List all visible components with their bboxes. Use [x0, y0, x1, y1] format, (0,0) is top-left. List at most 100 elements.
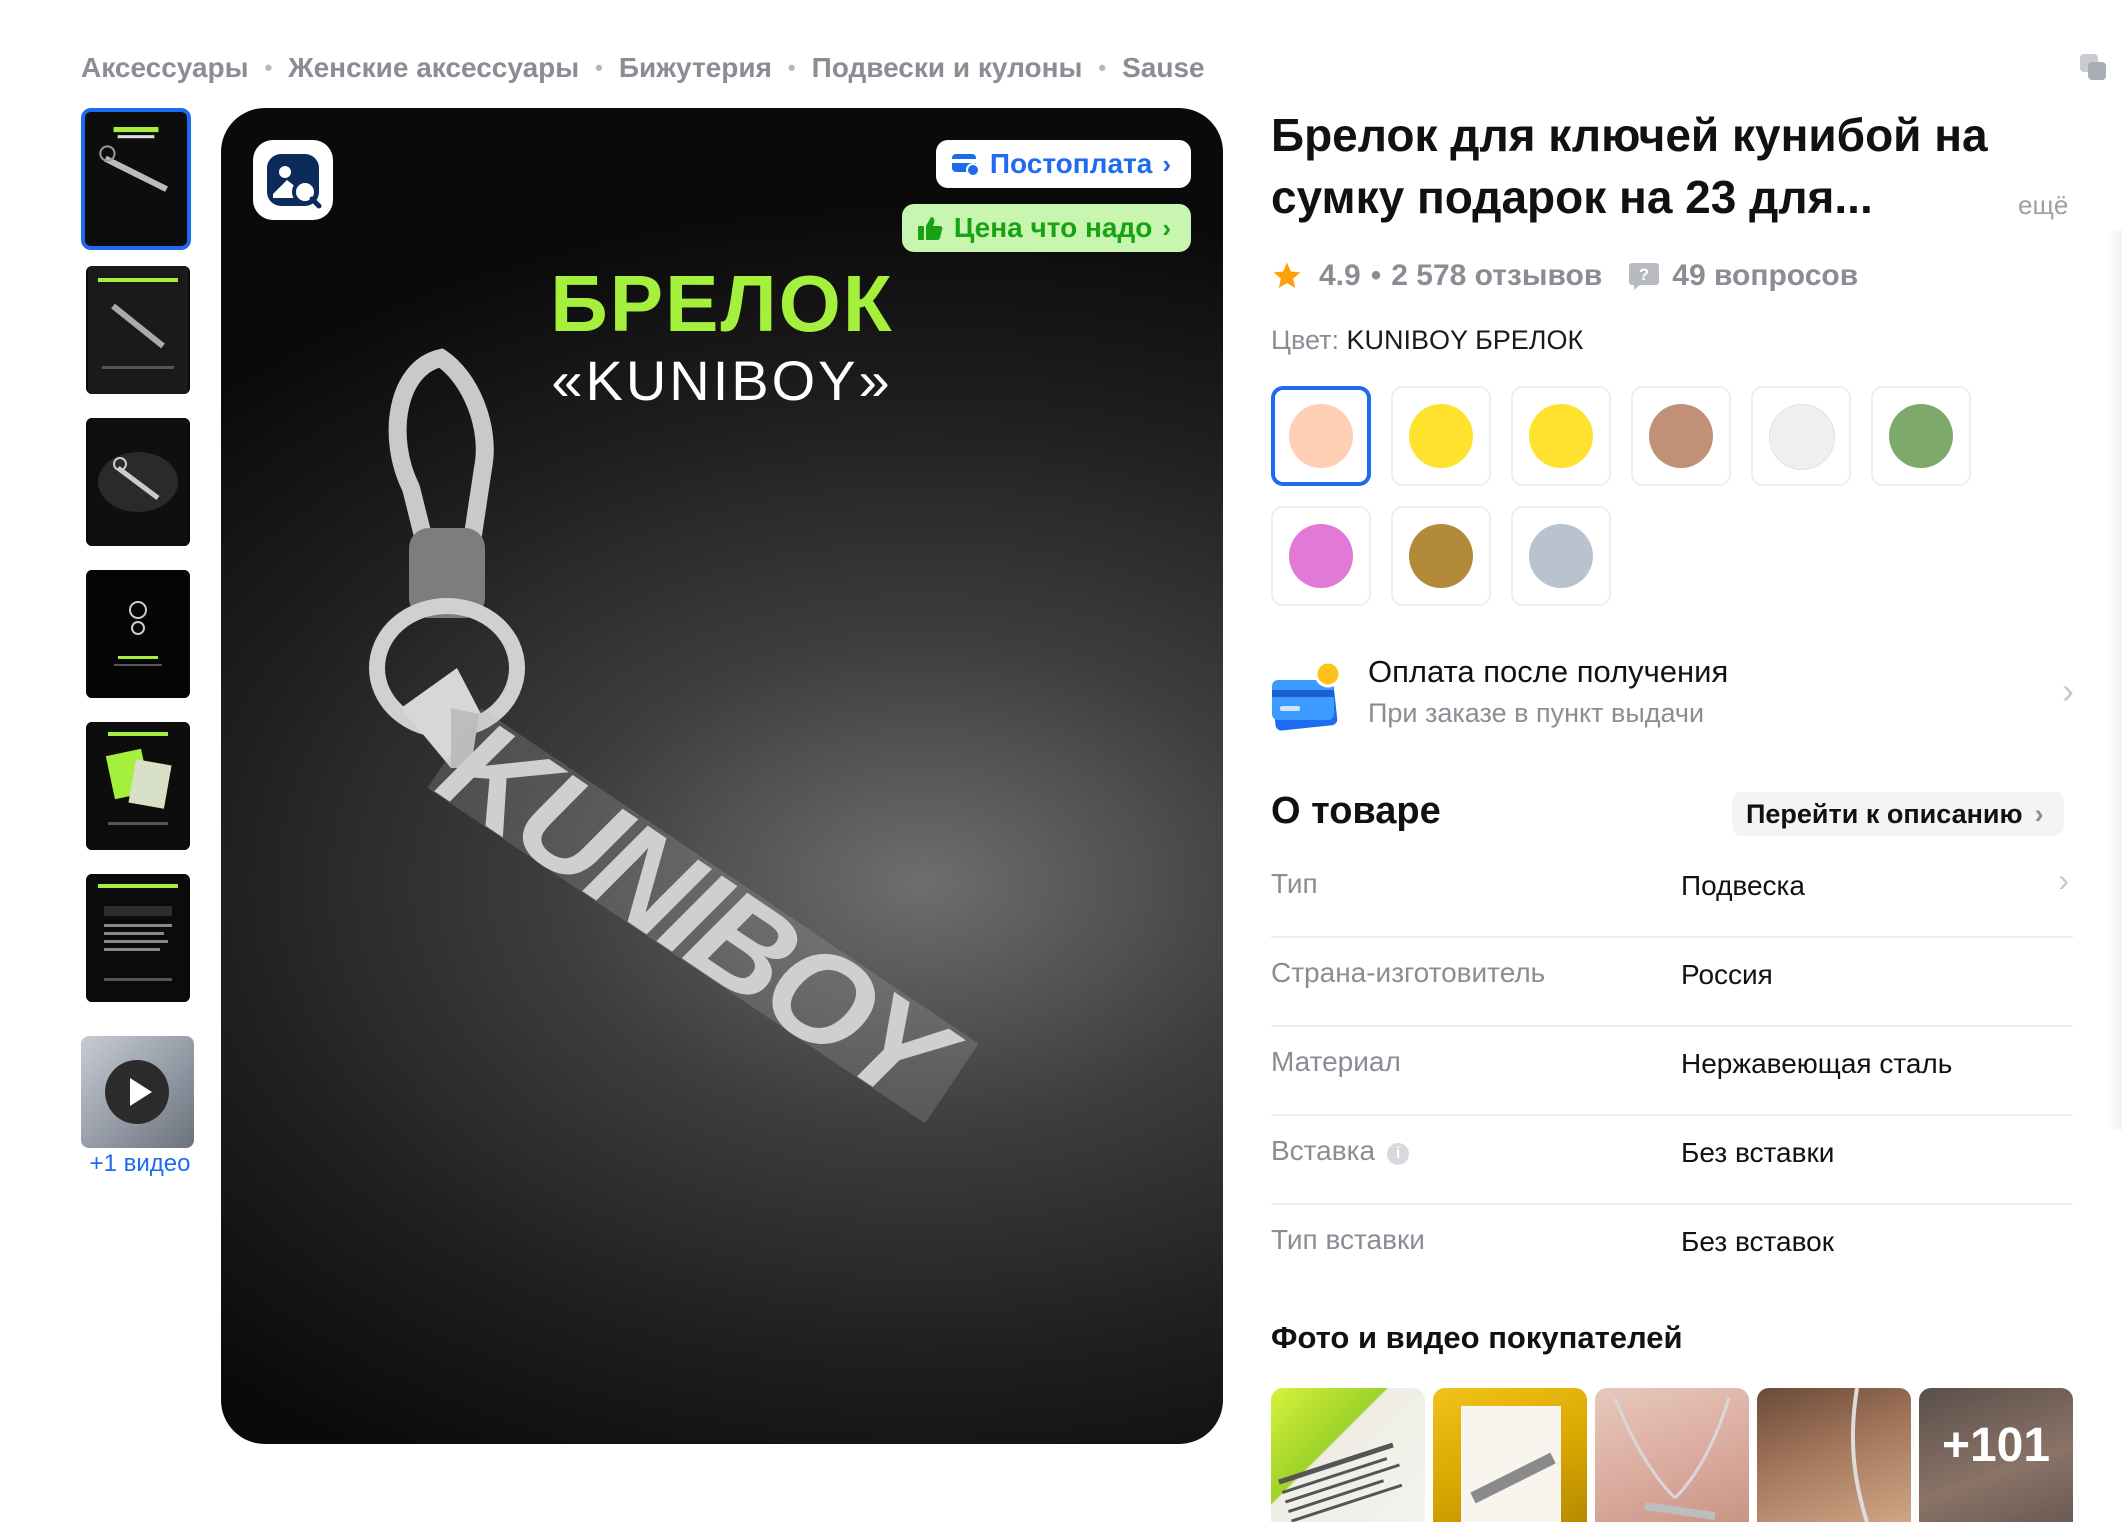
- customer-photo-image: [1613, 1397, 1731, 1520]
- chevron-right-icon: ›: [2034, 798, 2044, 829]
- spec-row-type[interactable]: Тип Подвеска ›: [1271, 848, 2073, 938]
- reviews-link[interactable]: 2 578 отзывов: [1391, 259, 1602, 293]
- thumbs-up-icon: [917, 217, 943, 240]
- spec-key: Материал: [1271, 1046, 1401, 1077]
- breadcrumb: Аксессуары • Женские аксессуары • Бижуте…: [81, 48, 1205, 88]
- spec-value: Нержавеющая сталь: [1681, 1048, 1953, 1079]
- fair-price-badge[interactable]: Цена что надо ›: [901, 204, 1191, 252]
- customer-photo-image: [1278, 1442, 1403, 1522]
- rating-row: 4.9 • 2 578 отзывов ? 49 вопросов: [1271, 256, 1858, 296]
- color-swatch-dot: [1769, 404, 1835, 470]
- payment-cards-icon: [1272, 660, 1342, 731]
- color-swatch-4[interactable]: [1631, 386, 1731, 486]
- keychain-engraving: KUNIBOY: [417, 691, 982, 1139]
- compare-icon[interactable]: [2078, 52, 2108, 82]
- color-swatch-7[interactable]: [1271, 506, 1371, 606]
- spec-row-material: Материал Нержавеющая сталь: [1271, 1026, 2073, 1116]
- rating-value: 4.9: [1319, 259, 1361, 292]
- color-label-value: KUNIBOY БРЕЛОК: [1346, 325, 1584, 355]
- customer-photo-2[interactable]: [1433, 1388, 1587, 1522]
- color-swatch-9[interactable]: [1511, 506, 1611, 606]
- product-title: Брелок для ключей кунибой на сумку подар…: [1271, 109, 1988, 223]
- color-swatch-dot: [1409, 524, 1473, 588]
- thumbnail-1[interactable]: [81, 108, 191, 250]
- color-label: Цвет: KUNIBOY БРЕЛОК: [1271, 325, 1583, 356]
- side-panel-edge: [2108, 230, 2122, 1130]
- customer-photo-image: [1850, 1388, 1869, 1522]
- search-by-photo-button[interactable]: [253, 140, 333, 220]
- thumbnail-image: [88, 266, 188, 394]
- title-more-link[interactable]: ещё: [2018, 190, 2068, 221]
- color-swatch-dot: [1289, 524, 1353, 588]
- rating-separator: •: [1370, 259, 1382, 292]
- main-image-subtitle: «KUNIBOY»: [551, 349, 893, 412]
- play-icon: [105, 1060, 169, 1124]
- color-swatch-5[interactable]: [1751, 386, 1851, 486]
- thumbnail-image: [88, 570, 188, 698]
- customer-photo-4[interactable]: [1757, 1388, 1911, 1522]
- chevron-right-icon: ›: [2062, 670, 2074, 711]
- breadcrumb-separator: •: [595, 55, 603, 80]
- customer-photo-image: [1461, 1406, 1561, 1522]
- postpay-badge[interactable]: Постоплата ›: [935, 140, 1191, 188]
- wallet-icon: [951, 154, 980, 177]
- breadcrumb-item[interactable]: Подвески и кулоны: [812, 52, 1083, 84]
- color-swatch-dot: [1889, 404, 1953, 468]
- color-swatch-dot: [1409, 404, 1473, 468]
- thumbnail-3[interactable]: [86, 418, 190, 546]
- thumbnail-2[interactable]: [86, 266, 190, 394]
- customer-photo-1[interactable]: [1271, 1388, 1425, 1522]
- go-to-description-button[interactable]: Перейти к описанию ›: [1732, 792, 2064, 836]
- color-label-key: Цвет:: [1271, 325, 1340, 355]
- questions-link[interactable]: 49 вопросов: [1672, 259, 1858, 293]
- image-search-icon: [267, 154, 322, 209]
- thumbnail-4[interactable]: [86, 570, 190, 698]
- question-bubble-icon: ?: [1629, 263, 1660, 290]
- main-product-image[interactable]: KUNIBOY БРЕЛОК «KUNIBOY» Постоплата › Це…: [221, 108, 1223, 1444]
- chevron-right-icon: ›: [1162, 148, 1171, 179]
- customer-photo-3[interactable]: [1595, 1388, 1749, 1522]
- payment-after-delivery-row[interactable]: Оплата после получения При заказе в пунк…: [1268, 648, 2074, 748]
- star-icon: [1273, 262, 1301, 288]
- spec-row-country: Страна-изготовитель Россия: [1271, 937, 2073, 1027]
- spec-row-insert: Вставка i Без вставки: [1271, 1115, 2073, 1205]
- thumbnail-image: [88, 418, 188, 546]
- chevron-right-icon: ›: [2058, 862, 2069, 898]
- video-caption[interactable]: +1 видео: [80, 1150, 200, 1178]
- video-thumbnail[interactable]: [81, 1036, 194, 1148]
- color-swatch-dot: [1529, 524, 1593, 588]
- spec-key: Тип вставки: [1271, 1224, 1425, 1255]
- thumbnail-6[interactable]: [86, 874, 190, 1002]
- spec-value: Без вставок: [1681, 1226, 1834, 1257]
- customer-media-more[interactable]: +101: [1919, 1388, 2073, 1522]
- thumbnail-image: [88, 874, 188, 1002]
- color-swatch-1[interactable]: [1271, 386, 1371, 486]
- spec-value: Россия: [1681, 959, 1773, 990]
- spec-key: Страна-изготовитель: [1271, 957, 1546, 988]
- breadcrumb-item-brand[interactable]: Sause: [1122, 52, 1205, 84]
- spec-value: Подвеска: [1681, 870, 1805, 901]
- breadcrumb-item[interactable]: Аксессуары: [81, 52, 249, 84]
- color-swatch-8[interactable]: [1391, 506, 1491, 606]
- customer-media-more-count: +101: [1941, 1419, 2051, 1472]
- payment-subtitle: При заказе в пункт выдачи: [1368, 698, 1705, 728]
- go-to-description-label: Перейти к описанию: [1746, 798, 2023, 829]
- spec-key: Вставка i: [1271, 1135, 1410, 1167]
- customer-media-heading: Фото и видео покупателей: [1271, 1320, 1683, 1355]
- color-swatch-2[interactable]: [1391, 386, 1491, 486]
- breadcrumb-separator: •: [787, 55, 796, 80]
- color-swatch-3[interactable]: [1511, 386, 1611, 486]
- info-icon[interactable]: i: [1387, 1143, 1410, 1165]
- breadcrumb-item[interactable]: Бижутерия: [619, 52, 772, 84]
- chevron-right-icon: ›: [1162, 212, 1171, 243]
- thumbnail-5[interactable]: [86, 722, 190, 850]
- spec-row-insert-type: Тип вставки Без вставок: [1271, 1204, 2073, 1292]
- postpay-label: Постоплата: [989, 148, 1153, 179]
- thumbnail-image: [85, 112, 187, 246]
- breadcrumb-separator: •: [264, 55, 273, 80]
- spec-value: Без вставки: [1681, 1137, 1835, 1168]
- spec-key-label: Вставка: [1271, 1135, 1376, 1166]
- breadcrumb-item[interactable]: Женские аксессуары: [288, 52, 579, 84]
- fair-price-label: Цена что надо: [953, 212, 1153, 243]
- color-swatch-6[interactable]: [1871, 386, 1971, 486]
